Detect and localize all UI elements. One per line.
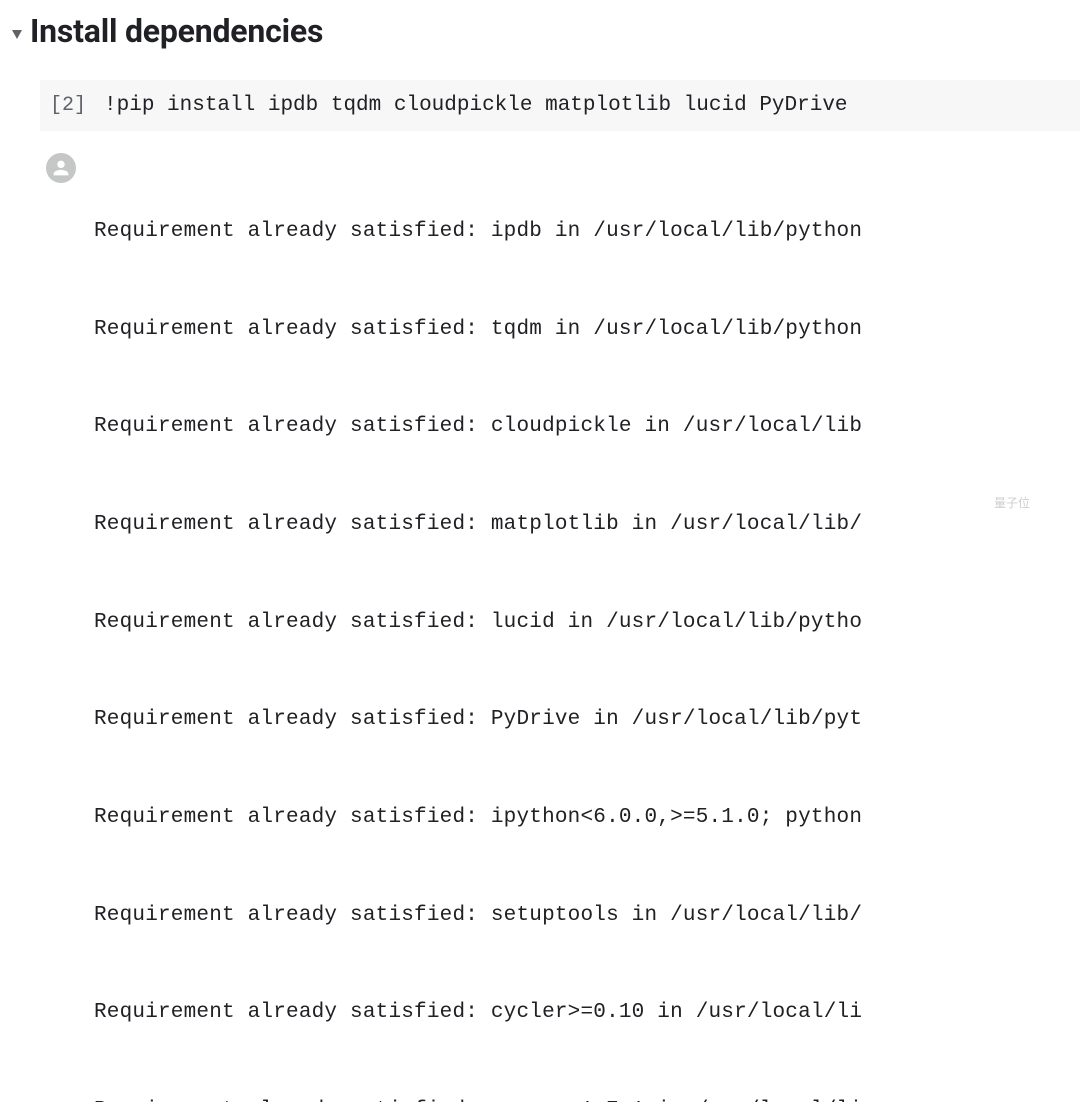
section-title: Install dependencies	[30, 12, 323, 50]
output-line: Requirement already satisfied: cloudpick…	[94, 411, 862, 444]
cell-output: Requirement already satisfied: ipdb in /…	[94, 151, 862, 1102]
output-row: Requirement already satisfied: ipdb in /…	[40, 151, 1080, 1102]
code-cell: [2] !pip install ipdb tqdm cloudpickle m…	[40, 80, 1080, 1102]
user-avatar-icon[interactable]	[46, 153, 76, 183]
notebook-section: Install dependencies [2] !pip install ip…	[0, 0, 1080, 1102]
code-input-row[interactable]: [2] !pip install ipdb tqdm cloudpickle m…	[40, 80, 1080, 131]
output-line: Requirement already satisfied: tqdm in /…	[94, 314, 862, 347]
output-line: Requirement already satisfied: ipython<6…	[94, 802, 862, 835]
section-header: Install dependencies	[12, 12, 1080, 50]
collapse-toggle-icon[interactable]	[12, 30, 22, 39]
output-line: Requirement already satisfied: lucid in …	[94, 607, 862, 640]
output-line: Requirement already satisfied: matplotli…	[94, 509, 862, 542]
output-line: Requirement already satisfied: setuptool…	[94, 900, 862, 933]
code-content: !pip install ipdb tqdm cloudpickle matpl…	[104, 94, 848, 117]
output-line: Requirement already satisfied: cycler>=0…	[94, 997, 862, 1030]
person-icon	[50, 157, 72, 179]
output-line: Requirement already satisfied: PyDrive i…	[94, 704, 862, 737]
execution-count: [2]	[50, 94, 86, 117]
output-line: Requirement already satisfied: ipdb in /…	[94, 216, 862, 249]
output-line: Requirement already satisfied: numpy>=1.…	[94, 1095, 862, 1102]
